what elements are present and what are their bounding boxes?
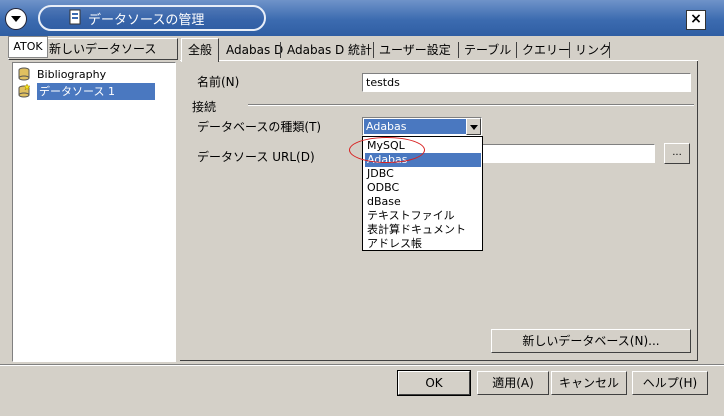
new-database-button[interactable]: 新しいデータベース(N)... [491, 329, 691, 353]
database-icon [18, 67, 30, 81]
help-button[interactable]: ヘルプ(H) [632, 371, 708, 395]
cancel-button[interactable]: キャンセル [551, 371, 627, 395]
window-menu-icon[interactable] [5, 8, 27, 30]
tab-divider [569, 42, 570, 58]
dropdown-option-dbase[interactable]: dBase [365, 195, 481, 209]
name-field[interactable]: testds [362, 73, 691, 92]
dropdown-option-jdbc[interactable]: JDBC [365, 167, 481, 181]
group-divider [248, 104, 694, 106]
database-new-icon [18, 84, 31, 98]
tab-queries[interactable]: クエリー [520, 40, 572, 60]
tab-divider [609, 42, 610, 58]
datasource-tree[interactable]: Bibliography データソース 1 [12, 62, 176, 362]
button-bar-divider [0, 364, 724, 366]
close-icon[interactable]: × [686, 10, 706, 30]
tree-item-label: Bibliography [37, 68, 107, 81]
tab-adabas-d[interactable]: Adabas D [224, 40, 285, 60]
tab-divider [373, 42, 374, 58]
tab-divider [516, 42, 517, 58]
dbtype-label: データベースの種類(T) [197, 120, 322, 134]
tab-adabas-d-stats[interactable]: Adabas D 統計 [285, 40, 374, 60]
dropdown-option-spreadsheet[interactable]: 表計算ドキュメント [365, 223, 481, 237]
red-annotation-circle [349, 137, 425, 163]
connection-group-label: 接続 [192, 100, 217, 114]
dropdown-arrow-icon[interactable] [466, 118, 481, 135]
tab-divider [458, 42, 459, 58]
ok-button[interactable]: OK [397, 370, 471, 396]
window-title: データソースの管理 [88, 13, 205, 28]
tree-item-bibliography[interactable]: Bibliography [17, 66, 175, 83]
browse-button[interactable]: ... [664, 143, 690, 164]
datasource-dialog: データソースの管理 × 新しいデータソース ATOK Bibliography … [0, 0, 724, 416]
datasource-url-label: データソース URL(D) [197, 150, 315, 164]
tab-general[interactable]: 全般 [181, 38, 219, 62]
datasource-url-field[interactable] [482, 144, 655, 163]
apply-button[interactable]: 適用(A) [477, 371, 549, 395]
tab-divider [280, 42, 281, 58]
dropdown-option-address-book[interactable]: アドレス帳 [365, 237, 481, 251]
name-label: 名前(N) [197, 75, 240, 89]
tab-links[interactable]: リンク [573, 40, 613, 60]
datasource-app-icon [69, 9, 81, 25]
dbtype-selected-value: Adabas [364, 119, 466, 134]
tree-item-label: データソース 1 [37, 83, 155, 100]
dropdown-option-odbc[interactable]: ODBC [365, 181, 481, 195]
tree-item-datasource-1[interactable]: データソース 1 [17, 83, 175, 100]
ime-indicator[interactable]: ATOK [8, 36, 48, 58]
tab-user-settings[interactable]: ユーザー設定 [377, 40, 453, 60]
tab-tables[interactable]: テーブル [462, 40, 513, 60]
dropdown-option-text-file[interactable]: テキストファイル [365, 209, 481, 223]
